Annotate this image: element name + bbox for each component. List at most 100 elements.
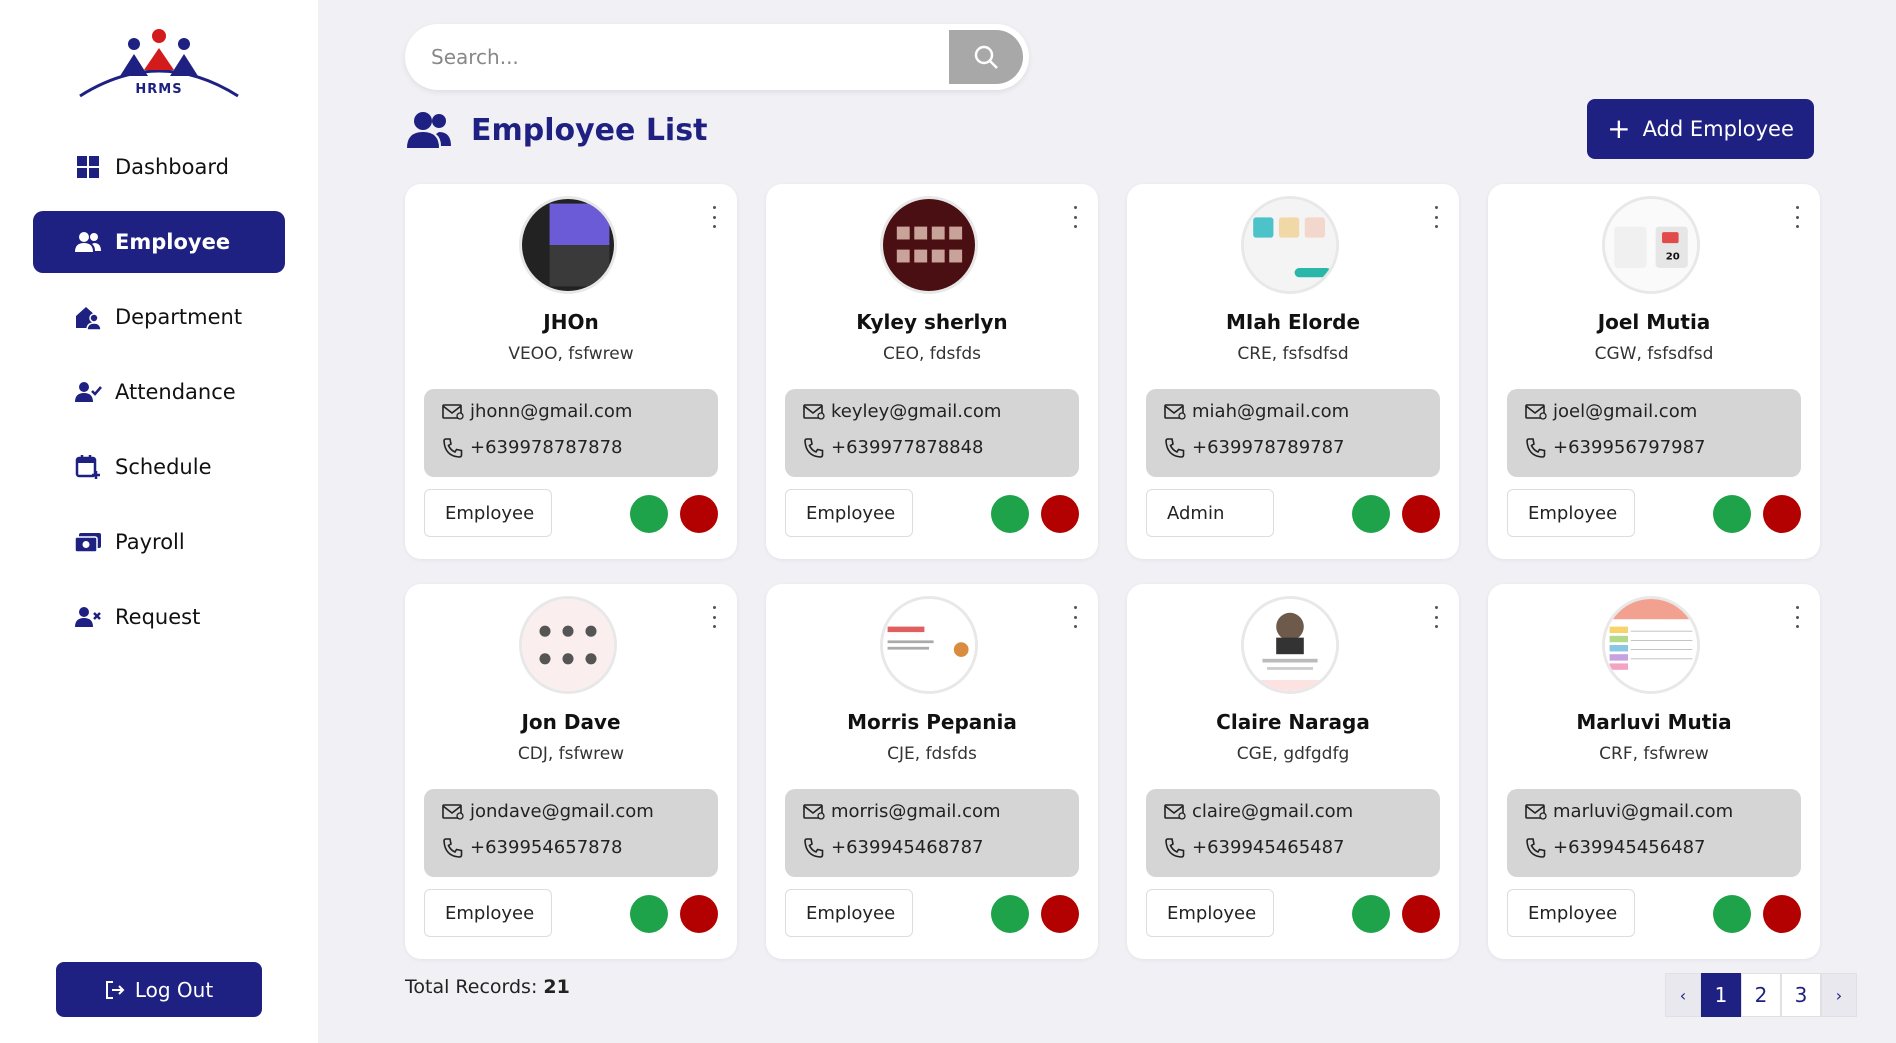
reject-button[interactable] bbox=[680, 895, 718, 933]
page-header: Employee List bbox=[405, 110, 707, 150]
phone-row: +639945456487 bbox=[1525, 837, 1706, 858]
employee-card[interactable]: Claire Naraga CGE, gdfgdfg claire@gmail.co… bbox=[1127, 584, 1459, 959]
approve-button[interactable] bbox=[630, 495, 668, 533]
more-options-icon[interactable] bbox=[709, 606, 719, 628]
users-icon bbox=[407, 112, 451, 148]
approve-button[interactable] bbox=[1352, 895, 1390, 933]
sidebar-item-label: Department bbox=[115, 305, 243, 329]
avatar bbox=[519, 596, 617, 694]
mail-icon bbox=[1164, 803, 1186, 820]
more-options-icon[interactable] bbox=[709, 206, 719, 228]
approve-button[interactable] bbox=[991, 895, 1029, 933]
reject-button[interactable] bbox=[1402, 495, 1440, 533]
more-options-icon[interactable] bbox=[1792, 206, 1802, 228]
logo-text: HRMS bbox=[135, 82, 183, 97]
employee-name: Claire Naraga bbox=[1216, 710, 1370, 734]
avatar bbox=[1602, 596, 1700, 694]
employee-card[interactable]: MIah Elorde CRE, fsfsdfsd miah@gmail.com +6… bbox=[1127, 184, 1459, 559]
calendar-icon bbox=[73, 452, 103, 482]
employee-email: jondave@gmail.com bbox=[470, 801, 654, 822]
search-icon bbox=[974, 45, 998, 69]
employee-card[interactable]: JHOn VEOO, fsfwrew jhonn@gmail.com +6399787… bbox=[405, 184, 737, 559]
mail-icon bbox=[803, 803, 825, 820]
sidebar-item-department[interactable]: Department bbox=[33, 286, 285, 348]
employee-email: jhonn@gmail.com bbox=[470, 401, 633, 422]
mail-icon bbox=[1164, 403, 1186, 420]
avatar: 20 bbox=[1602, 196, 1700, 294]
sidebar-item-label: Dashboard bbox=[115, 155, 229, 179]
employee-card[interactable]: Marluvi Mutia CRF, fsfwrew marluvi@gmail.c… bbox=[1488, 584, 1820, 959]
approve-button[interactable] bbox=[991, 495, 1029, 533]
employee-name: Morris Pepania bbox=[847, 710, 1017, 734]
employee-phone: +639978789787 bbox=[1192, 437, 1345, 458]
employee-name: Marluvi Mutia bbox=[1576, 710, 1732, 734]
phone-icon bbox=[1165, 837, 1185, 858]
total-records: Total Records: 21 bbox=[405, 976, 570, 998]
mail-icon bbox=[1525, 403, 1547, 420]
dashboard-icon bbox=[73, 152, 103, 182]
email-row: keyley@gmail.com bbox=[803, 401, 1001, 422]
more-options-icon[interactable] bbox=[1792, 606, 1802, 628]
employee-card[interactable]: Kyley sherlyn CEO, fdsfds keyley@gmail.com… bbox=[766, 184, 1098, 559]
more-options-icon[interactable] bbox=[1431, 206, 1441, 228]
avatar bbox=[880, 196, 978, 294]
role-badge-button[interactable]: Employee bbox=[1507, 889, 1635, 937]
reject-button[interactable] bbox=[1402, 895, 1440, 933]
approve-button[interactable] bbox=[1713, 895, 1751, 933]
role-badge-button[interactable]: Admin bbox=[1146, 489, 1274, 537]
role-badge-button[interactable]: Employee bbox=[1507, 489, 1635, 537]
employee-name: JHOn bbox=[543, 310, 599, 334]
contact-box: claire@gmail.com +639945465487 bbox=[1146, 789, 1440, 877]
phone-icon bbox=[443, 837, 463, 858]
page-button-3[interactable]: 3 bbox=[1781, 973, 1821, 1017]
employee-card[interactable]: Morris Pepania CJE, fdsfds morris@gmail.co… bbox=[766, 584, 1098, 959]
search-input[interactable] bbox=[405, 24, 949, 90]
add-employee-button[interactable]: + Add Employee bbox=[1587, 99, 1814, 159]
sidebar-item-attendance[interactable]: Attendance bbox=[33, 361, 285, 423]
contact-box: keyley@gmail.com +639977878848 bbox=[785, 389, 1079, 477]
employee-phone: +639945468787 bbox=[831, 837, 984, 858]
role-badge-button[interactable]: Employee bbox=[424, 489, 552, 537]
phone-row: +639945465487 bbox=[1164, 837, 1345, 858]
more-options-icon[interactable] bbox=[1070, 206, 1080, 228]
page-button-2[interactable]: 2 bbox=[1741, 973, 1781, 1017]
mail-icon bbox=[1525, 803, 1547, 820]
reject-button[interactable] bbox=[1763, 895, 1801, 933]
reject-button[interactable] bbox=[680, 495, 718, 533]
employee-name: Kyley sherlyn bbox=[856, 310, 1008, 334]
employee-card[interactable]: 20 Joel Mutia CGW, fsfsdfsd joel@gmail.com +… bbox=[1488, 184, 1820, 559]
role-badge-button[interactable]: Employee bbox=[785, 889, 913, 937]
search-button[interactable] bbox=[949, 30, 1023, 84]
employee-email: claire@gmail.com bbox=[1192, 801, 1354, 822]
employee-name: Jon Dave bbox=[521, 710, 621, 734]
request-icon bbox=[73, 602, 103, 632]
logout-button[interactable]: Log Out bbox=[56, 962, 262, 1017]
sidebar-item-request[interactable]: Request bbox=[33, 586, 285, 648]
employee-role: CRE, fsfsdfsd bbox=[1237, 344, 1349, 364]
employee-card[interactable]: Jon Dave CDJ, fsfwrew jondave@gmail.com +63… bbox=[405, 584, 737, 959]
approve-button[interactable] bbox=[630, 895, 668, 933]
reject-button[interactable] bbox=[1763, 495, 1801, 533]
mail-icon bbox=[803, 403, 825, 420]
sidebar-item-payroll[interactable]: Payroll bbox=[33, 511, 285, 573]
role-badge-button[interactable]: Employee bbox=[424, 889, 552, 937]
page-button-1[interactable]: 1 bbox=[1701, 973, 1741, 1017]
reject-button[interactable] bbox=[1041, 895, 1079, 933]
approve-button[interactable] bbox=[1713, 495, 1751, 533]
sidebar-item-schedule[interactable]: Schedule bbox=[33, 436, 285, 498]
role-badge-button[interactable]: Employee bbox=[1146, 889, 1274, 937]
sidebar-item-employee[interactable]: Employee bbox=[33, 211, 285, 273]
role-badge-button[interactable]: Employee bbox=[785, 489, 913, 537]
sidebar-item-dashboard[interactable]: Dashboard bbox=[33, 136, 285, 198]
avatar bbox=[1241, 596, 1339, 694]
phone-icon bbox=[443, 437, 463, 458]
more-options-icon[interactable] bbox=[1070, 606, 1080, 628]
avatar bbox=[880, 596, 978, 694]
more-options-icon[interactable] bbox=[1431, 606, 1441, 628]
department-icon bbox=[73, 302, 103, 332]
add-employee-label: Add Employee bbox=[1642, 117, 1794, 141]
prev-page-button[interactable]: ‹ bbox=[1665, 973, 1701, 1017]
reject-button[interactable] bbox=[1041, 495, 1079, 533]
approve-button[interactable] bbox=[1352, 495, 1390, 533]
next-page-button[interactable]: › bbox=[1821, 973, 1857, 1017]
